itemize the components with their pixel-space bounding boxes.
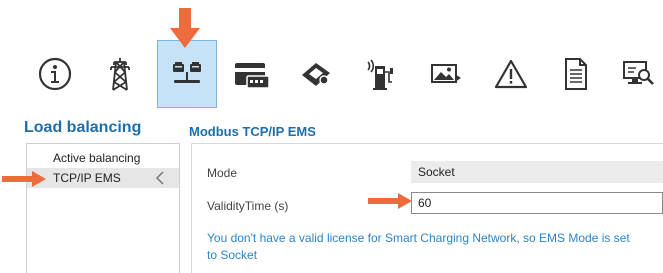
toolbar — [0, 0, 663, 112]
toolbar-payment-button[interactable] — [221, 40, 281, 108]
chevron-left-icon — [155, 171, 164, 185]
validity-time-input[interactable]: 60 — [411, 192, 663, 214]
monitor-search-icon — [623, 61, 654, 85]
validity-time-label: ValidityTime (s) — [207, 199, 289, 213]
toolbar-card-reader-button[interactable] — [286, 40, 346, 108]
highlight-arrow-right-icon — [368, 193, 412, 209]
document-icon — [565, 58, 587, 90]
sidebar: Active balancing TCP/IP EMS — [26, 143, 180, 273]
load-balancing-icon — [173, 62, 201, 83]
mode-label: Mode — [207, 166, 238, 180]
image-icon — [431, 64, 461, 83]
toolbar-document-button[interactable] — [546, 40, 606, 108]
payment-card-icon — [235, 63, 269, 89]
section-title: Modbus TCP/IP EMS — [189, 124, 316, 139]
sidebar-item-label: Active balancing — [53, 151, 141, 165]
toolbar-load-balancing-button[interactable] — [157, 40, 217, 108]
power-pylon-icon — [110, 58, 130, 91]
toolbar-monitor-search-button[interactable] — [609, 40, 663, 108]
toolbar-grid-button[interactable] — [90, 40, 150, 108]
sidebar-item-active-balancing[interactable]: Active balancing — [27, 148, 179, 168]
charging-station-icon — [367, 59, 393, 90]
toolbar-warning-button[interactable] — [481, 40, 541, 108]
sidebar-item-tcpip-ems[interactable]: TCP/IP EMS — [27, 168, 179, 188]
toolbar-info-button[interactable] — [25, 40, 85, 108]
sidebar-item-label: TCP/IP EMS — [53, 171, 121, 185]
toolbar-image-button[interactable] — [416, 40, 476, 108]
highlight-arrow-right-icon — [2, 171, 46, 187]
card-reader-icon — [302, 63, 330, 86]
toolbar-charging-station-button[interactable] — [350, 40, 410, 108]
license-notice: You don't have a valid license for Smart… — [207, 231, 630, 262]
mode-select[interactable]: Socket — [411, 161, 663, 183]
page-title: Load balancing — [24, 119, 142, 136]
warning-icon — [494, 59, 528, 89]
highlight-arrow-down-icon — [170, 8, 200, 48]
info-icon — [38, 57, 72, 91]
